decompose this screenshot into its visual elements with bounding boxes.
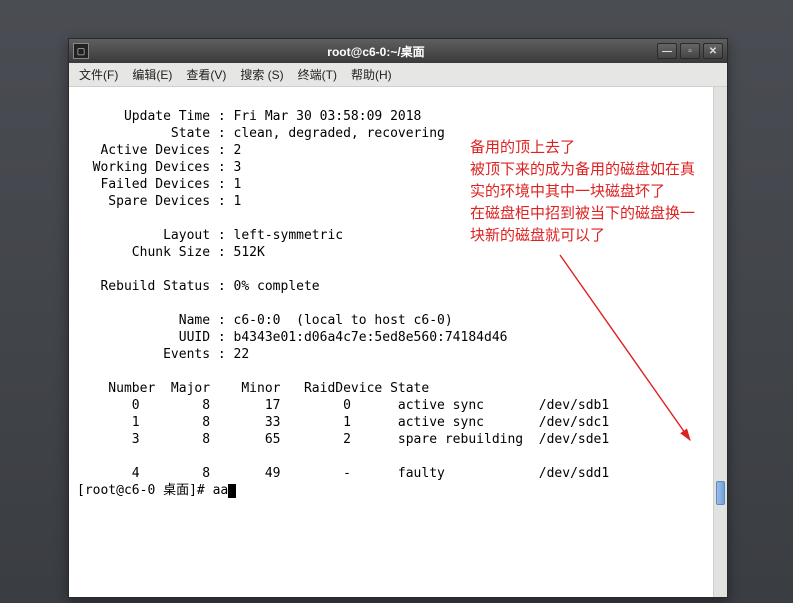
titlebar[interactable]: ▢ root@c6-0:~/桌面 — ▫ ✕ bbox=[69, 39, 727, 63]
terminal-window: ▢ root@c6-0:~/桌面 — ▫ ✕ 文件(F) 编辑(E) 查看(V)… bbox=[68, 38, 728, 598]
scrollbar[interactable] bbox=[713, 87, 727, 597]
minimize-button[interactable]: — bbox=[657, 43, 677, 59]
menu-terminal[interactable]: 终端(T) bbox=[292, 64, 343, 85]
menu-view[interactable]: 查看(V) bbox=[180, 64, 232, 85]
scrollbar-thumb[interactable] bbox=[716, 481, 725, 505]
menu-search[interactable]: 搜索 (S) bbox=[234, 64, 289, 85]
maximize-button[interactable]: ▫ bbox=[680, 43, 700, 59]
window-controls: — ▫ ✕ bbox=[657, 43, 723, 59]
app-icon: ▢ bbox=[73, 43, 89, 59]
menu-edit[interactable]: 编辑(E) bbox=[126, 64, 178, 85]
menu-file[interactable]: 文件(F) bbox=[73, 64, 124, 85]
terminal-viewport[interactable]: Update Time : Fri Mar 30 03:58:09 2018 S… bbox=[69, 87, 727, 597]
menu-bar: 文件(F) 编辑(E) 查看(V) 搜索 (S) 终端(T) 帮助(H) bbox=[69, 63, 727, 87]
close-button[interactable]: ✕ bbox=[703, 43, 723, 59]
terminal-output: Update Time : Fri Mar 30 03:58:09 2018 S… bbox=[69, 87, 727, 503]
terminal-cursor bbox=[228, 484, 236, 498]
window-title: root@c6-0:~/桌面 bbox=[95, 43, 657, 60]
menu-help[interactable]: 帮助(H) bbox=[345, 64, 398, 85]
